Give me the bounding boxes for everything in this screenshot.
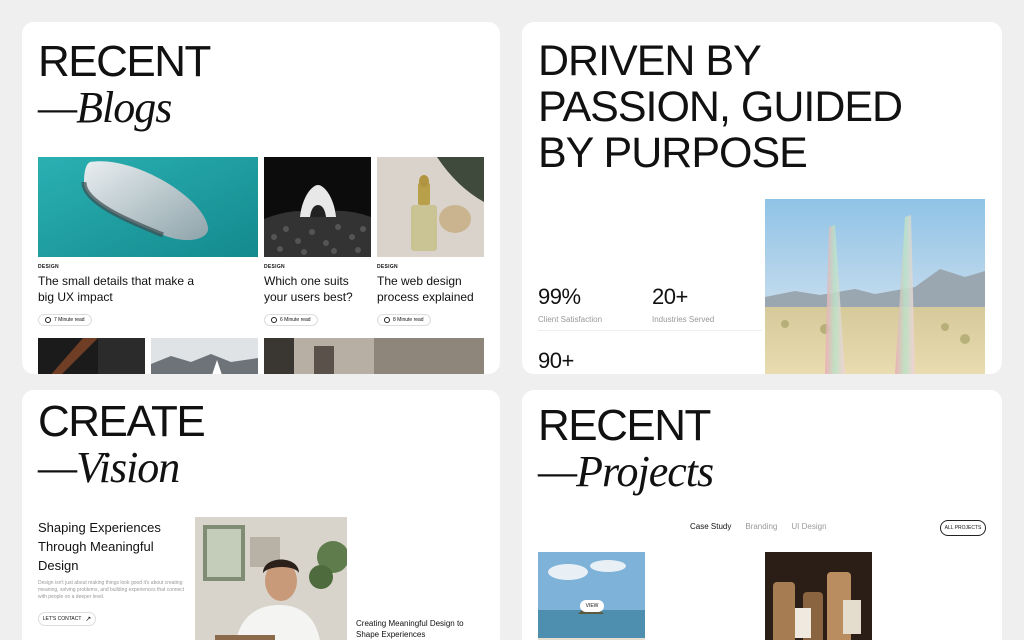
view-button[interactable]: VIEW [580, 600, 604, 612]
vision-subtitle: —Vision [38, 443, 180, 492]
blog-image-pellets[interactable] [264, 157, 371, 257]
blog-image-dark[interactable] [38, 338, 145, 374]
blogs-title: RECENT [38, 37, 211, 86]
all-projects-button[interactable]: ALL PROJECTS [940, 520, 986, 536]
project-image-beach[interactable] [538, 552, 645, 640]
vision-paragraph: Design isn't just about making things lo… [38, 580, 185, 600]
blog-image-dropper-bottle[interactable] [377, 157, 484, 257]
read-time-badge: 8 Minute read [377, 314, 431, 326]
blog-image-guitar-pick[interactable] [38, 157, 258, 257]
tab-case-study[interactable]: Case Study [690, 522, 731, 531]
blog-image-interior[interactable] [264, 338, 484, 374]
blog-image-mountains[interactable] [151, 338, 258, 374]
stat-value: 20+ [652, 284, 688, 309]
clock-icon [45, 317, 51, 323]
read-time-badge: 6 Minute read [264, 314, 318, 326]
project-image-products[interactable] [765, 552, 872, 640]
projects-subtitle: —Projects [538, 447, 714, 496]
vision-heading: Shaping Experiences Through Meaningful D… [38, 520, 161, 573]
blog-title[interactable]: The web design process explained [377, 273, 487, 305]
passion-headline: DRIVEN BY PASSION, GUIDED BY PURPOSE [538, 37, 903, 177]
stat-divider [538, 330, 762, 331]
vision-title: CREATE [38, 397, 206, 446]
blog-tag: DESIGN [377, 264, 398, 270]
recent-projects-card: RECENT —Projects Case Study Branding UI … [522, 390, 1002, 640]
contact-button[interactable]: LET'S CONTACT ↗ [38, 612, 96, 626]
passion-card: DRIVEN BY PASSION, GUIDED BY PURPOSE 99%… [522, 22, 1002, 374]
stat-label: Client Satisfaction [538, 315, 603, 324]
blog-tag: DESIGN [264, 264, 285, 270]
photo-caption: Creating Meaningful Design to Shape Expe… [356, 619, 464, 639]
clock-icon [384, 317, 390, 323]
tab-branding[interactable]: Branding [745, 522, 777, 531]
tab-ui-design[interactable]: UI Design [791, 522, 826, 531]
blog-title[interactable]: Which one suits your users best? [264, 273, 374, 305]
blogs-subtitle: —Blogs [38, 83, 172, 132]
projects-title: RECENT [538, 401, 711, 450]
stat-value: 99% [538, 284, 581, 309]
arrow-up-right-icon: ↗ [85, 616, 92, 623]
stat-value: 90+ [538, 348, 574, 373]
read-time-badge: 7 Minute read [38, 314, 92, 326]
stat-label: Industries Served [652, 315, 715, 324]
recent-blogs-card: RECENT —Blogs DESIGN The small details t… [22, 22, 500, 374]
blog-tag: DESIGN [38, 264, 59, 270]
blog-title[interactable]: The small details that make a big UX imp… [38, 273, 198, 305]
clock-icon [271, 317, 277, 323]
create-vision-card: CREATE —Vision Shaping Experiences Throu… [22, 390, 500, 640]
project-tabs: Case Study Branding UI Design [690, 522, 827, 531]
designer-photo [195, 517, 347, 640]
desert-installation-image [765, 199, 985, 374]
